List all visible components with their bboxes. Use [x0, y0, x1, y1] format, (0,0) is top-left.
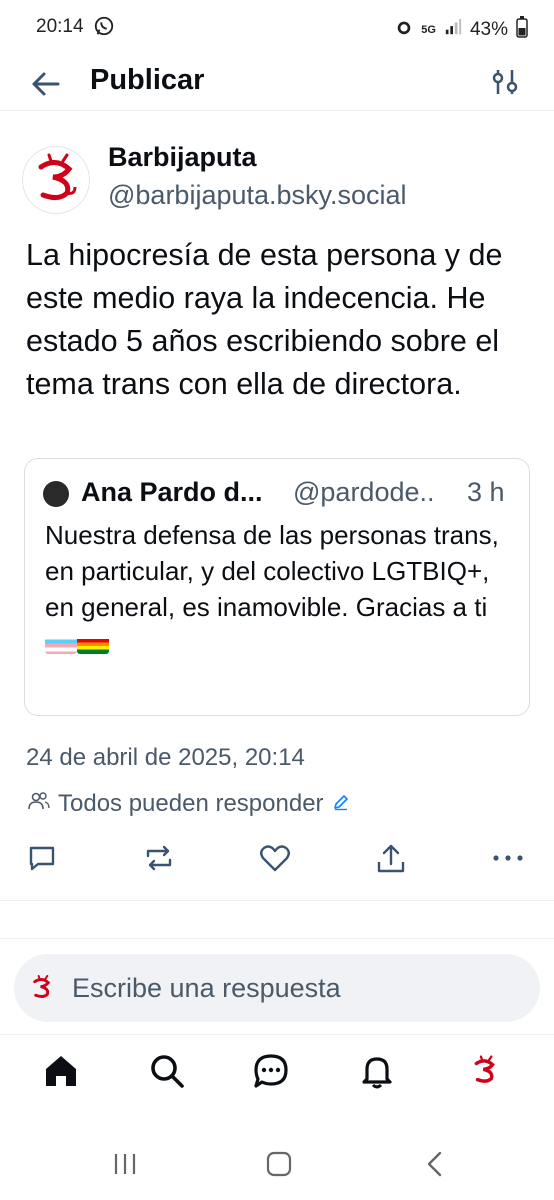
quote-text: Nuestra defensa de las personas trans, e… [45, 520, 499, 622]
quote-avatar [43, 481, 69, 507]
home-button-icon[interactable] [264, 1150, 294, 1178]
people-icon [28, 790, 50, 818]
post-actions [0, 836, 554, 886]
share-icon[interactable] [374, 842, 410, 878]
post-date: 24 de abril de 2025, 20:14 [26, 744, 305, 771]
divider [0, 938, 554, 939]
post-text: La hipocresía de esta persona y de este … [26, 238, 503, 401]
rainbow-flag-icon [77, 633, 109, 654]
author-avatar[interactable] [22, 146, 90, 214]
recent-apps-icon[interactable] [110, 1150, 140, 1178]
more-options-icon[interactable] [490, 842, 526, 878]
divider [0, 1034, 554, 1035]
quote-time: 3 h [467, 477, 505, 507]
status-bar: 20:14 5G 43% [0, 0, 554, 56]
user-avatar [26, 972, 58, 1004]
author-name[interactable]: Barbijaputa [108, 142, 257, 173]
signal-icon [444, 18, 462, 42]
reply-input[interactable]: Escribe una respuesta [14, 954, 540, 1022]
repost-icon[interactable] [142, 842, 178, 878]
reply-setting-label: Todos pueden responder [58, 790, 324, 817]
arrow-left-icon[interactable] [28, 66, 64, 102]
search-icon[interactable] [148, 1052, 188, 1092]
alarm-icon [395, 18, 413, 42]
like-heart-icon[interactable] [258, 842, 294, 878]
page-title: Publicar [90, 64, 205, 96]
bottom-tab-bar [0, 1036, 554, 1116]
quote-author-handle: @pardode.. [293, 477, 435, 507]
battery-icon [516, 16, 528, 44]
sliders-icon[interactable] [490, 64, 520, 100]
quote-author-name: Ana Pardo d... [81, 477, 263, 507]
chat-icon[interactable] [252, 1052, 292, 1092]
pencil-icon[interactable] [332, 790, 350, 818]
divider [0, 900, 554, 901]
reply-icon[interactable] [26, 842, 62, 878]
status-right: 5G 43% [395, 16, 528, 44]
quote-text-block: Nuestra defensa de las personas trans, e… [45, 517, 515, 661]
status-time: 20:14 [36, 16, 84, 37]
quoted-post[interactable]: Ana Pardo d... @pardode.. 3 h Nuestra de… [24, 458, 530, 716]
battery-label: 43% [469, 19, 508, 40]
back-button-icon[interactable] [420, 1150, 450, 1178]
top-header: Publicar [0, 56, 554, 111]
network-label: 5G [421, 24, 436, 36]
bell-icon[interactable] [358, 1052, 398, 1092]
home-icon[interactable] [42, 1052, 82, 1092]
reply-placeholder: Escribe una respuesta [72, 973, 341, 1003]
author-handle[interactable]: @barbijaputa.bsky.social [108, 180, 407, 211]
reply-setting[interactable]: Todos pueden responder [28, 790, 350, 818]
transgender-flag-icon [45, 633, 77, 654]
system-nav-bar [0, 1128, 554, 1200]
profile-avatar[interactable] [466, 1052, 506, 1092]
whatsapp-icon [93, 15, 115, 43]
